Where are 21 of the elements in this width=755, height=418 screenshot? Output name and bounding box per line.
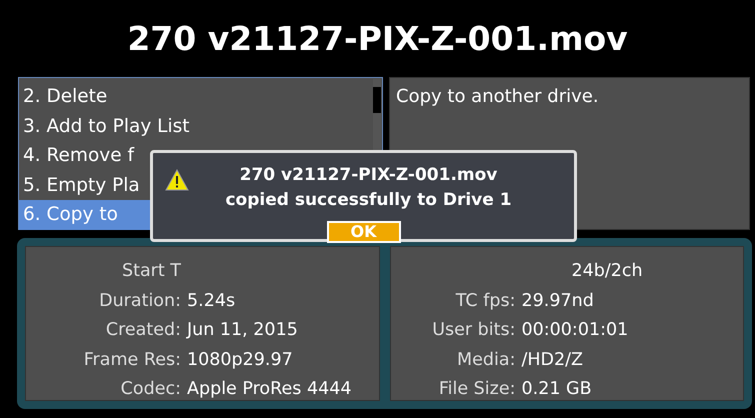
field-label: Created: — [104, 319, 181, 342]
field-value: 24b/2ch — [570, 260, 644, 283]
file-title: 270 v21127-PIX-Z-001.mov — [126, 18, 629, 60]
field-value: 5.24s — [187, 290, 236, 312]
description-text: Copy to another drive. — [396, 86, 599, 107]
field-value: 29.97nd — [522, 290, 595, 312]
field-value: /HD2/Z — [522, 348, 584, 372]
field-label: File Size: — [438, 378, 516, 401]
field-value: 0.21 GB — [522, 378, 593, 401]
field-value: 00:00:01:01 — [522, 319, 630, 342]
field-label: Start T — [120, 260, 181, 283]
field-label: User bits: — [431, 319, 516, 342]
field-label: Duration: — [98, 290, 181, 312]
field-label: Codec: — [120, 378, 181, 401]
field-label: Media: — [456, 348, 516, 372]
field-label: TC fps: — [454, 290, 516, 312]
field-value: 1080p29.97 — [187, 348, 294, 372]
field-label: Frame Res: — [82, 348, 181, 372]
dialog-message: 270 v21127-PIX-Z-001.mov copied successfully to Drive 1 — [224, 164, 513, 212]
field-value: Apple ProRes 4444 — [187, 378, 352, 401]
field-value: Jun 11, 2015 — [187, 319, 299, 342]
